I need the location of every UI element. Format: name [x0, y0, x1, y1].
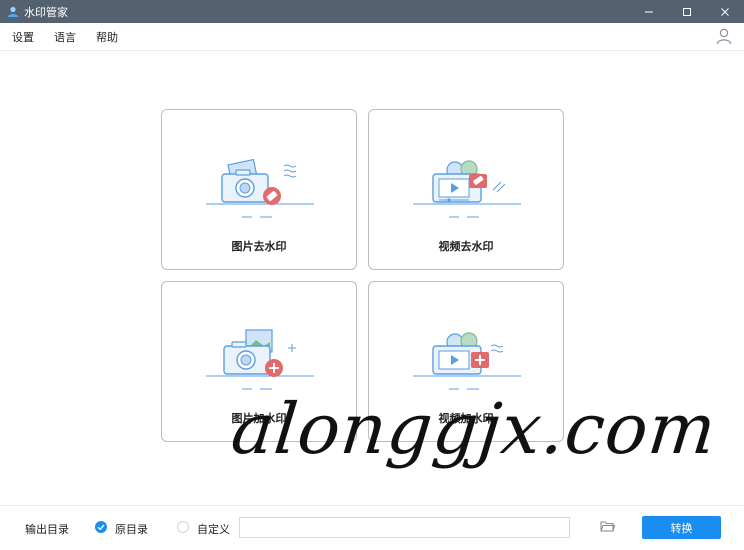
overlay-watermark-text: alonggjx.com	[227, 388, 721, 470]
check-icon	[97, 524, 105, 531]
close-button[interactable]	[706, 0, 744, 23]
app-logo-icon	[7, 6, 19, 18]
radio-original-directory[interactable]	[95, 521, 107, 533]
folder-icon	[600, 521, 616, 532]
card-label: 图片去水印	[231, 241, 287, 253]
close-icon	[721, 7, 729, 16]
card-label: 视频去水印	[438, 241, 494, 253]
photo-remove-watermark-icon	[206, 158, 314, 218]
convert-button[interactable]: 转换	[642, 516, 721, 539]
video-remove-watermark-icon	[413, 160, 521, 218]
minimize-button[interactable]	[630, 0, 668, 23]
video-add-watermark-icon	[413, 332, 521, 390]
radio-custom-directory[interactable]	[177, 521, 189, 533]
window-title: 水印管家	[24, 6, 68, 19]
output-directory-label: 输出目录	[25, 524, 69, 536]
maximize-icon	[683, 7, 691, 16]
browse-folder-button[interactable]	[600, 519, 616, 533]
menu-help[interactable]: 帮助	[96, 29, 118, 45]
radio-custom-label: 自定义	[197, 524, 230, 536]
footer-bar: 输出目录 原目录 自定义 转换	[0, 505, 744, 550]
maximize-button[interactable]	[668, 0, 706, 23]
photo-add-watermark-icon	[206, 329, 314, 390]
minimize-icon	[645, 11, 653, 12]
card-video-remove-watermark[interactable]: 视频去水印	[368, 109, 564, 270]
output-path-input[interactable]	[239, 517, 570, 538]
menu-settings[interactable]: 设置	[12, 29, 34, 45]
user-account-icon[interactable]	[716, 28, 732, 45]
title-bar: 水印管家	[0, 0, 744, 23]
card-image-remove-watermark[interactable]: 图片去水印	[161, 109, 357, 270]
radio-original-label: 原目录	[115, 524, 148, 536]
menu-bar: 设置 语言 帮助	[0, 23, 744, 51]
menu-language[interactable]: 语言	[54, 29, 76, 45]
